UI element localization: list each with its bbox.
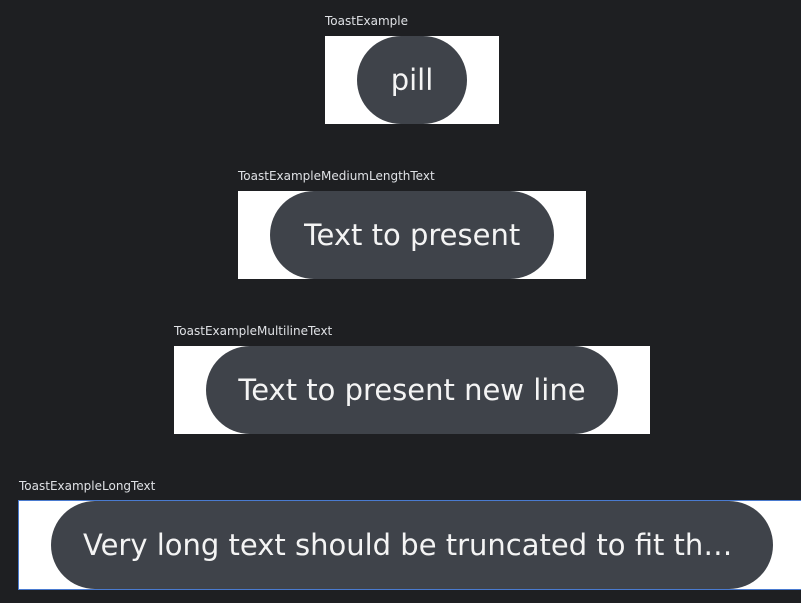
- toast-pill: Text to present: [270, 191, 554, 279]
- preview-label-toast-example[interactable]: ToastExample: [325, 14, 408, 28]
- toast-text: Text to present new line: [238, 373, 586, 407]
- preview-label-toast-medium[interactable]: ToastExampleMediumLengthText: [238, 169, 435, 183]
- toast-text: Very long text should be truncated to fi…: [83, 528, 741, 562]
- toast-text: pill: [390, 63, 434, 97]
- toast-text: Text to present: [303, 218, 521, 252]
- toast-pill: pill: [357, 36, 467, 124]
- preview-frame-toast-medium[interactable]: Text to present: [238, 191, 586, 279]
- preview-frame-toast-example[interactable]: pill: [325, 36, 499, 124]
- preview-frame-toast-multiline[interactable]: Text to present new line: [174, 346, 650, 434]
- toast-pill: Text to present new line: [206, 346, 618, 434]
- preview-frame-toast-long[interactable]: Very long text should be truncated to fi…: [18, 500, 801, 590]
- toast-pill: Very long text should be truncated to fi…: [51, 501, 773, 589]
- preview-label-toast-long[interactable]: ToastExampleLongText: [19, 479, 155, 493]
- preview-label-toast-multiline[interactable]: ToastExampleMultilineText: [174, 324, 332, 338]
